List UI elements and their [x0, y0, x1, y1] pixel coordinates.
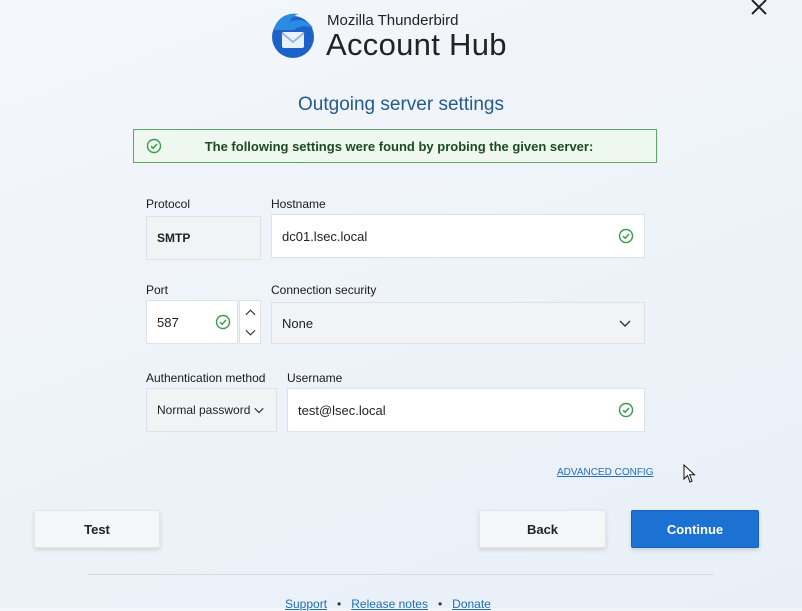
- chevron-down-icon: [254, 407, 264, 414]
- username-input[interactable]: test@lsec.local: [287, 388, 645, 432]
- thunderbird-logo: [272, 13, 314, 58]
- brand-title: Account Hub: [326, 27, 507, 62]
- hostname-input[interactable]: dc01.lsec.local: [271, 214, 645, 258]
- separator: •: [437, 597, 443, 611]
- port-label: Port: [146, 283, 169, 297]
- release-notes-link[interactable]: Release notes: [351, 597, 428, 611]
- advanced-config-link[interactable]: ADVANCED CONFIG: [557, 467, 654, 478]
- chevron-down-icon: [244, 329, 256, 336]
- continue-button[interactable]: Continue: [631, 510, 759, 548]
- probe-notice: The following settings were found by pro…: [133, 129, 657, 163]
- test-button[interactable]: Test: [34, 510, 160, 548]
- port-value: 587: [157, 314, 179, 330]
- username-value: test@lsec.local: [298, 402, 386, 418]
- protocol-field: SMTP: [146, 216, 261, 260]
- auth-method-value: Normal password: [157, 403, 251, 417]
- notice-text: The following settings were found by pro…: [204, 138, 594, 154]
- connection-security-select[interactable]: None: [271, 302, 645, 344]
- footer-links: Support • Release notes • Donate: [285, 597, 491, 611]
- footer-divider: [88, 574, 714, 575]
- connection-security-value: None: [282, 315, 314, 331]
- separator: •: [337, 597, 342, 611]
- close-button[interactable]: [746, 0, 772, 20]
- auth-method-select[interactable]: Normal password: [146, 388, 277, 432]
- port-stepper[interactable]: [239, 300, 261, 344]
- page-title: Outgoing server settings: [298, 94, 504, 115]
- check-circle-icon: [618, 228, 634, 244]
- close-icon: [751, 0, 767, 15]
- chevron-up-icon: [244, 308, 256, 315]
- auth-method-label: Authentication method: [146, 371, 266, 385]
- hostname-label: Hostname: [271, 197, 326, 211]
- donate-link[interactable]: Donate: [452, 597, 491, 611]
- port-decrement-button[interactable]: [240, 322, 260, 343]
- check-circle-icon: [618, 402, 634, 418]
- support-link[interactable]: Support: [285, 597, 327, 611]
- hostname-value: dc01.lsec.local: [282, 228, 368, 244]
- port-input[interactable]: 587: [146, 300, 238, 344]
- check-circle-icon: [215, 314, 231, 330]
- username-label: Username: [287, 371, 343, 385]
- protocol-label: Protocol: [146, 197, 191, 211]
- port-increment-button[interactable]: [240, 301, 260, 322]
- back-button[interactable]: Back: [479, 510, 606, 548]
- protocol-value: SMTP: [157, 231, 191, 245]
- chevron-down-icon: [619, 320, 631, 327]
- check-circle-icon: [146, 138, 162, 154]
- mouse-cursor-icon: [683, 464, 696, 483]
- connection-security-label: Connection security: [271, 283, 377, 297]
